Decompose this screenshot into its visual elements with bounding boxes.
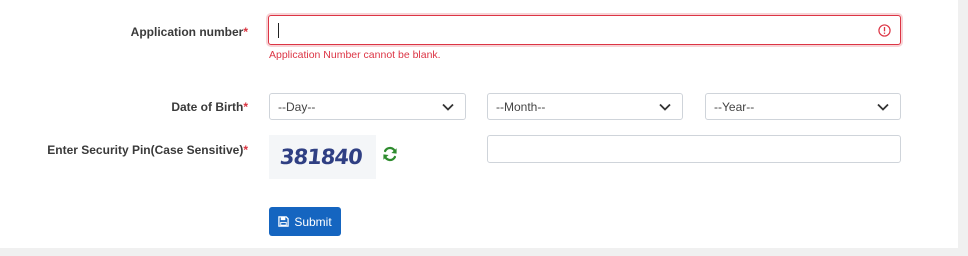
error-circle-icon (878, 24, 891, 37)
page-scroll-edge (958, 0, 968, 256)
chevron-down-icon (659, 103, 671, 111)
refresh-icon[interactable] (382, 146, 398, 162)
day-select-value: --Day-- (278, 100, 316, 114)
date-of-birth-label-text: Date of Birth (171, 100, 244, 114)
date-of-birth-label: Date of Birth* (171, 100, 248, 114)
floppy-disk-icon (278, 216, 290, 227)
captcha-image: 381840 (269, 135, 376, 179)
chevron-down-icon (877, 103, 889, 111)
submit-button-label: Submit (294, 214, 332, 229)
submit-button[interactable]: Submit (269, 207, 341, 236)
text-caret (278, 23, 279, 38)
required-mark: * (243, 25, 248, 39)
application-number-label-text: Application number (130, 25, 244, 39)
year-select-value: --Year-- (714, 100, 755, 114)
security-pin-label-text: Enter Security Pin(Case Sensitive) (47, 143, 244, 157)
page-bottom-edge (0, 248, 968, 256)
required-mark: * (243, 100, 248, 114)
application-number-label: Application number* (131, 25, 248, 39)
form-panel: Application number* Application Number c… (0, 0, 968, 256)
month-select-value: --Month-- (496, 100, 546, 114)
required-mark: * (243, 143, 248, 157)
day-select[interactable]: --Day-- (269, 93, 466, 120)
chevron-down-icon (442, 103, 454, 111)
security-pin-label: Enter Security Pin(Case Sensitive)* (47, 143, 248, 157)
month-select[interactable]: --Month-- (487, 93, 683, 120)
year-select[interactable]: --Year-- (705, 93, 901, 120)
application-number-input[interactable] (268, 15, 901, 45)
security-pin-input[interactable] (487, 135, 901, 163)
captcha-text: 381840 (278, 145, 363, 169)
application-number-error: Application Number cannot be blank. (269, 49, 441, 61)
